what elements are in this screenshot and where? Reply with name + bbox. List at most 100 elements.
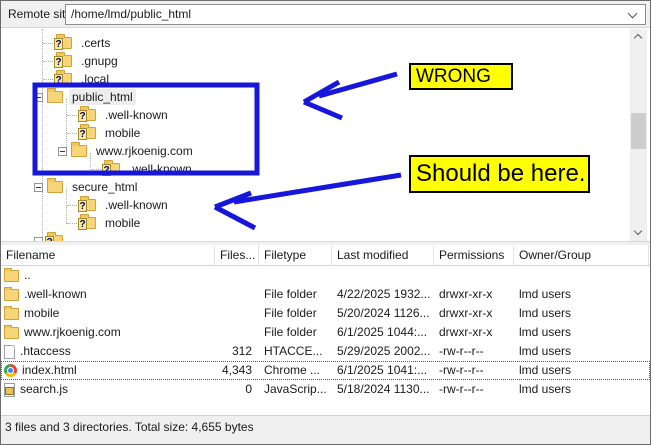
folder-icon xyxy=(4,270,19,282)
file-size: 0 xyxy=(215,380,259,399)
file-owner: lmd users xyxy=(514,342,649,361)
folder-icon xyxy=(4,327,19,339)
remote-site-bar: Remote site: /home/lmd/public_html xyxy=(1,1,650,28)
file-name: mobile xyxy=(24,304,59,323)
column-header-filesize[interactable]: Files... xyxy=(215,245,259,265)
file-type: JavaScrip... xyxy=(259,380,332,399)
file-modified: 5/20/2024 1126... xyxy=(332,304,434,323)
file-permissions: -rw-r--r-- xyxy=(434,361,514,380)
folder-unknown-icon xyxy=(80,109,96,121)
tree-item-well-known-sub[interactable]: .well-known xyxy=(91,160,195,178)
remote-file-list: ˆ Filename Files... Filetype Last modifi… xyxy=(1,245,650,415)
tree-item-label: .local xyxy=(78,71,112,87)
tree-item-certs[interactable]: .certs xyxy=(43,34,113,52)
question-mark-icon xyxy=(102,164,111,176)
file-size: 4,343 xyxy=(215,361,259,380)
file-owner: lmd users xyxy=(514,285,649,304)
scroll-down-icon[interactable] xyxy=(630,225,647,241)
file-row-www-rjkoenig-com[interactable]: www.rjkoenig.com File folder 6/1/2025 10… xyxy=(1,323,650,342)
sort-ascending-icon: ˆ xyxy=(61,245,64,252)
folder-unknown-icon xyxy=(56,55,72,67)
tree-item-label: mobile xyxy=(102,215,143,231)
tree-item-www-rjkoenig-com[interactable]: www.rjkoenig.com xyxy=(58,142,196,160)
scroll-up-icon[interactable] xyxy=(630,29,647,45)
file-row-search-js[interactable]: search.js 0 JavaScrip... 5/18/2024 1130.… xyxy=(1,380,650,399)
remote-site-path: /home/lmd/public_html xyxy=(71,7,191,21)
file-modified: 6/1/2025 1044:... xyxy=(332,323,434,342)
file-owner: lmd users xyxy=(514,380,649,399)
file-permissions: drwxr-xr-x xyxy=(434,323,514,342)
status-bar: 3 files and 3 directories. Total size: 4… xyxy=(1,415,650,445)
file-name: www.rjkoenig.com xyxy=(24,323,121,342)
question-mark-icon xyxy=(78,110,87,122)
tree-scrollbar[interactable] xyxy=(630,29,647,241)
scrollbar-thumb[interactable] xyxy=(631,113,646,149)
chevron-down-icon[interactable] xyxy=(628,9,638,19)
folder-unknown-icon xyxy=(80,127,96,139)
question-mark-icon xyxy=(78,200,87,212)
tree-item-label: .well-known xyxy=(102,197,171,213)
tree-item-secure-html[interactable]: secure_html xyxy=(34,178,140,196)
column-header-filetype[interactable]: Filetype xyxy=(259,245,332,265)
file-name: .htaccess xyxy=(20,342,71,361)
file-type: File folder xyxy=(259,304,332,323)
javascript-file-icon xyxy=(4,383,15,397)
tree-item-public-html[interactable]: public_html xyxy=(34,88,136,106)
tree-item-label: .gnupg xyxy=(78,53,121,69)
file-row-mobile[interactable]: mobile File folder 5/20/2024 1126... drw… xyxy=(1,304,650,323)
folder-icon xyxy=(47,91,63,103)
folder-icon xyxy=(4,289,19,301)
folder-unknown-icon xyxy=(104,163,120,175)
folder-unknown-icon xyxy=(80,217,96,229)
collapse-icon[interactable] xyxy=(34,183,43,192)
wrong-annotation: WRONG xyxy=(409,63,513,90)
file-owner: lmd users xyxy=(514,304,649,323)
tree-item-gnupg[interactable]: .gnupg xyxy=(43,52,121,70)
tree-item-mobile-secure[interactable]: mobile xyxy=(67,214,143,232)
tree-item-partial[interactable] xyxy=(34,232,69,241)
folder-unknown-icon xyxy=(56,37,72,49)
should-be-here-annotation: Should be here. xyxy=(409,155,590,193)
file-modified: 5/18/2024 1130... xyxy=(332,380,434,399)
column-header-owner-group[interactable]: Owner/Group xyxy=(514,245,649,265)
file-permissions: -rw-r--r-- xyxy=(434,342,514,361)
remote-directory-tree: .certs .gnupg .local public_html .well-k… xyxy=(1,29,630,241)
file-row-htaccess[interactable]: .htaccess 312 HTACCE... 5/29/2025 2002..… xyxy=(1,342,650,361)
ftp-remote-panel: Remote site: /home/lmd/public_html .cert… xyxy=(0,0,651,445)
file-permissions: drwxr-xr-x xyxy=(434,285,514,304)
file-name: .. xyxy=(24,266,31,285)
file-list-header: ˆ Filename Files... Filetype Last modifi… xyxy=(1,245,650,266)
tree-item-mobile[interactable]: mobile xyxy=(67,124,143,142)
tree-item-label: secure_html xyxy=(69,179,140,195)
column-header-last-modified[interactable]: Last modified xyxy=(332,245,434,265)
folder-icon xyxy=(4,308,19,320)
tree-item-label: .well-known xyxy=(126,161,195,177)
collapse-icon[interactable] xyxy=(34,93,43,102)
file-row-index-html[interactable]: index.html 4,343 Chrome ... 6/1/2025 104… xyxy=(1,361,650,380)
question-mark-icon xyxy=(78,128,87,140)
tree-item-local[interactable]: .local xyxy=(43,70,112,88)
tree-item-label: .well-known xyxy=(102,107,171,123)
tree-item-label: mobile xyxy=(102,125,143,141)
file-modified: 5/29/2025 2002... xyxy=(332,342,434,361)
file-size: 312 xyxy=(215,342,259,361)
tree-item-well-known[interactable]: .well-known xyxy=(67,106,171,124)
remote-site-path-combobox[interactable]: /home/lmd/public_html xyxy=(65,4,646,25)
column-header-permissions[interactable]: Permissions xyxy=(434,245,514,265)
file-owner: lmd users xyxy=(514,323,649,342)
file-type: File folder xyxy=(259,323,332,342)
tree-item-label: .certs xyxy=(78,35,113,51)
file-name: search.js xyxy=(20,380,68,399)
file-permissions: -rw-r--r-- xyxy=(434,380,514,399)
tree-item-label: www.rjkoenig.com xyxy=(93,143,196,159)
file-name: index.html xyxy=(22,361,77,380)
collapse-icon[interactable] xyxy=(58,147,67,156)
file-type: HTACCE... xyxy=(259,342,332,361)
question-mark-icon xyxy=(78,218,87,230)
file-type: Chrome ... xyxy=(259,361,332,380)
file-type: File folder xyxy=(259,285,332,304)
column-header-filename[interactable]: Filename xyxy=(1,245,215,265)
tree-item-well-known-secure[interactable]: .well-known xyxy=(67,196,171,214)
file-row-well-known[interactable]: .well-known File folder 4/22/2025 1932..… xyxy=(1,285,650,304)
file-row-parent-dir[interactable]: .. xyxy=(1,266,650,285)
